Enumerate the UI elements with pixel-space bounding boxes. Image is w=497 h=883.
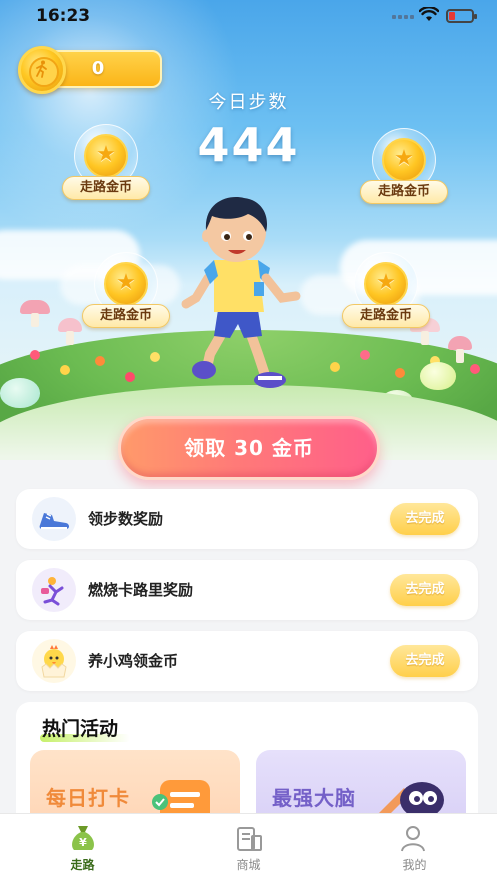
wifi-icon (419, 7, 439, 21)
egg (420, 362, 456, 390)
task-label: 领步数奖励 (88, 510, 164, 528)
star-coin-icon (382, 138, 426, 182)
signal-icon (392, 15, 414, 19)
flower (60, 365, 70, 375)
battery-icon (446, 9, 477, 23)
coin-balance-value: 0 (91, 58, 105, 79)
coin-bubble[interactable]: 走路金币 (82, 252, 172, 344)
task-go-complete-button[interactable]: 去完成 (390, 574, 460, 606)
task-card-calorie-reward[interactable]: 燃烧卡路里奖励 去完成 (16, 560, 478, 620)
exercise-icon (32, 568, 76, 612)
tab-store[interactable]: 商城 (166, 814, 331, 883)
coin-bubble[interactable]: 走路金币 (62, 124, 152, 216)
tab-profile[interactable]: 我的 (332, 814, 497, 883)
task-label: 养小鸡领金币 (88, 652, 179, 670)
coin-bubble-label: 走路金币 (360, 180, 448, 204)
running-kid-illustration (181, 197, 301, 388)
tab-label: 走路 (70, 858, 95, 872)
store-icon (237, 827, 262, 851)
flower (330, 362, 340, 372)
egg (0, 378, 40, 408)
status-bar: 16:23 (0, 0, 497, 34)
activity-title: 每日打卡 (46, 786, 130, 810)
flower (150, 352, 160, 362)
flower (95, 356, 105, 366)
flower (125, 372, 135, 382)
tab-bar: ¥ 走路 商城 我的 (0, 813, 497, 883)
tab-label: 我的 (402, 858, 427, 872)
svg-text:¥: ¥ (79, 836, 87, 849)
coin-balance[interactable]: 0 (18, 46, 162, 94)
money-bag-icon: ¥ (72, 826, 94, 850)
task-go-complete-button[interactable]: 去完成 (390, 503, 460, 535)
task-card-raise-chick[interactable]: 养小鸡领金币 去完成 (16, 631, 478, 691)
star-coin-icon (364, 262, 408, 306)
mushroom (20, 300, 50, 327)
coin-bubble-label: 走路金币 (62, 176, 150, 200)
sneaker-icon (32, 497, 76, 541)
coin-bubble[interactable]: 走路金币 (360, 128, 450, 220)
hot-activities-section: 热门活动 每日打卡 最强大脑 (16, 702, 478, 830)
task-card-steps-reward[interactable]: 领步数奖励 去完成 (16, 489, 478, 549)
task-label: 燃烧卡路里奖励 (88, 581, 194, 599)
coin-bubble[interactable]: 走路金币 (342, 252, 432, 344)
tab-walk[interactable]: ¥ 走路 (0, 814, 165, 883)
flower (470, 364, 480, 374)
task-go-complete-button[interactable]: 去完成 (390, 645, 460, 677)
tab-label: 商城 (236, 858, 261, 872)
star-coin-icon (84, 134, 128, 178)
mushroom (448, 336, 472, 363)
star-coin-icon (104, 262, 148, 306)
walker-icon (36, 60, 47, 78)
hot-activities-title: 热门活动 (42, 718, 119, 740)
coin-bubble-label: 走路金币 (82, 304, 170, 328)
status-time: 16:23 (36, 6, 91, 26)
profile-icon (401, 826, 425, 852)
steps-label: 今日步数 (208, 92, 289, 113)
hero-banner: 16:23 0 今日步数 444 走路金币 走路金币 走路金币 (0, 0, 497, 460)
chick-icon (32, 639, 76, 683)
activity-title: 最强大脑 (272, 786, 356, 810)
coin-bubble-label: 走路金币 (342, 304, 430, 328)
mushroom (58, 318, 82, 345)
flower (360, 350, 370, 360)
flower (30, 350, 40, 360)
flower (395, 368, 405, 378)
claim-coins-button[interactable]: 领取 30 金币 (118, 416, 380, 480)
